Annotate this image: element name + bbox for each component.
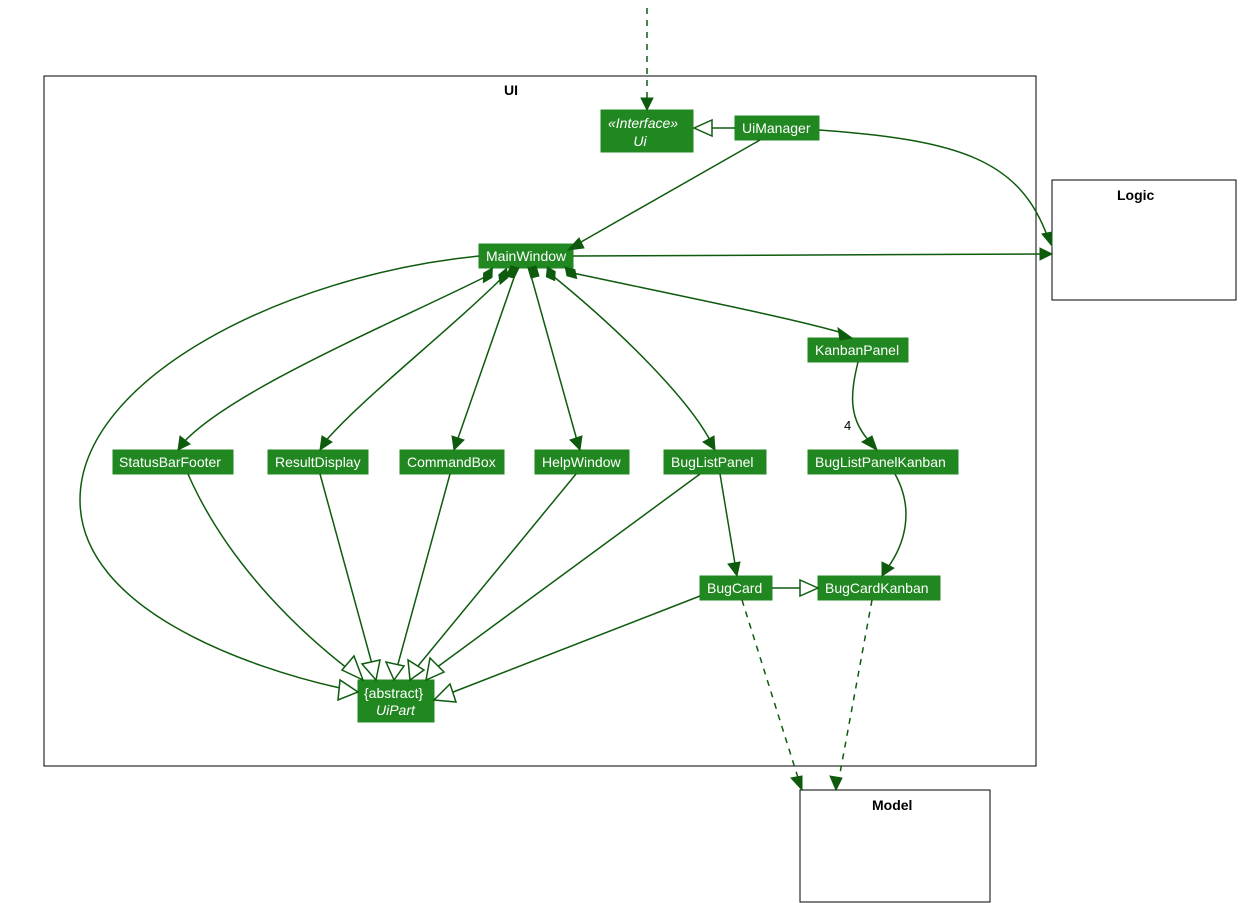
edge-kanbanpanel-blpk [853,362,872,444]
class-result-display-label: ResultDisplay [275,454,361,470]
package-ui-title: UI [504,82,518,98]
arrowhead-mw-cb [452,436,464,450]
class-ui-interface-name: Ui [633,133,647,149]
arrowhead-mw-rd [320,436,332,450]
edge-blpk-bck [886,474,906,570]
edge-bck-model [838,600,872,784]
arrowhead-bugcard-model [791,776,802,790]
edge-uimanager-mainwindow [574,140,760,246]
arrowhead-blpk-bck [882,562,894,576]
arrowhead-blp-gen-uipart [426,658,444,680]
edge-mainwindow-logic [573,254,1044,256]
arrowhead-bugcard-gen-uipart [434,684,456,702]
class-main-window-label: MainWindow [486,248,567,264]
edge-mw-resultdisplay [323,274,506,444]
arrowhead-external-to-ui [641,98,653,110]
arrowhead-mw-kp [838,328,852,340]
diamond-mw-kp [563,267,579,278]
class-bug-card-kanban-label: BugCardKanban [825,580,929,596]
class-help-window-label: HelpWindow [542,454,621,470]
multiplicity-four: 4 [844,418,851,433]
package-logic-title: Logic [1117,187,1155,203]
class-ui-interface-stereo: «Interface» [608,115,678,131]
diamond-mw-sbf [479,268,496,282]
class-bug-card-label: BugCard [707,580,762,596]
edge-rd-gen-uipart [320,474,372,664]
edge-mw-statusbarfooter [182,274,491,444]
arrowhead-uimanager-realize-ui [694,120,712,136]
edge-bugcard-gen-uipart [448,596,700,694]
arrowhead-mainwindow-logic [1040,248,1052,260]
arrowhead-uimanager-logic [1042,232,1052,246]
arrowhead-sbf-gen-uipart [342,656,363,680]
class-status-bar-footer-label: StatusBarFooter [119,454,221,470]
edge-uimanager-logic [819,130,1048,238]
arrowhead-kp-blpk [862,436,877,450]
arrowhead-hw-gen-uipart [408,660,424,680]
arrowhead-bugcard-gen-bck [800,580,818,596]
edge-bugcard-model [742,600,800,784]
class-kanban-panel-label: KanbanPanel [815,342,899,358]
arrowhead-mw-hw [570,436,582,450]
edge-blp-bugcard [720,474,736,570]
arrowhead-bck-model [830,776,842,790]
edge-mw-helpwindow [530,272,578,444]
edge-mw-commandbox [456,272,516,444]
arrowhead-blp-bugcard [728,562,740,576]
class-ui-part-abstract: {abstract} [364,685,423,701]
arrowhead-mw-gen-uipart [338,680,358,700]
arrowhead-cb-gen-uipart [386,662,404,680]
arrowhead-rd-gen-uipart [362,660,380,680]
uml-diagram: UI Logic Model «Interface» Ui UiManager … [0,0,1243,903]
class-ui-manager-label: UiManager [742,120,811,136]
package-ui [44,76,1036,766]
class-bug-list-panel-label: BugListPanel [671,454,754,470]
edge-blp-gen-uipart [436,474,700,668]
package-model-title: Model [872,797,912,813]
class-bug-list-panel-kanban-label: BugListPanelKanban [815,454,946,470]
class-ui-part-label: UiPart [376,702,416,718]
class-command-box-label: CommandBox [407,454,496,470]
